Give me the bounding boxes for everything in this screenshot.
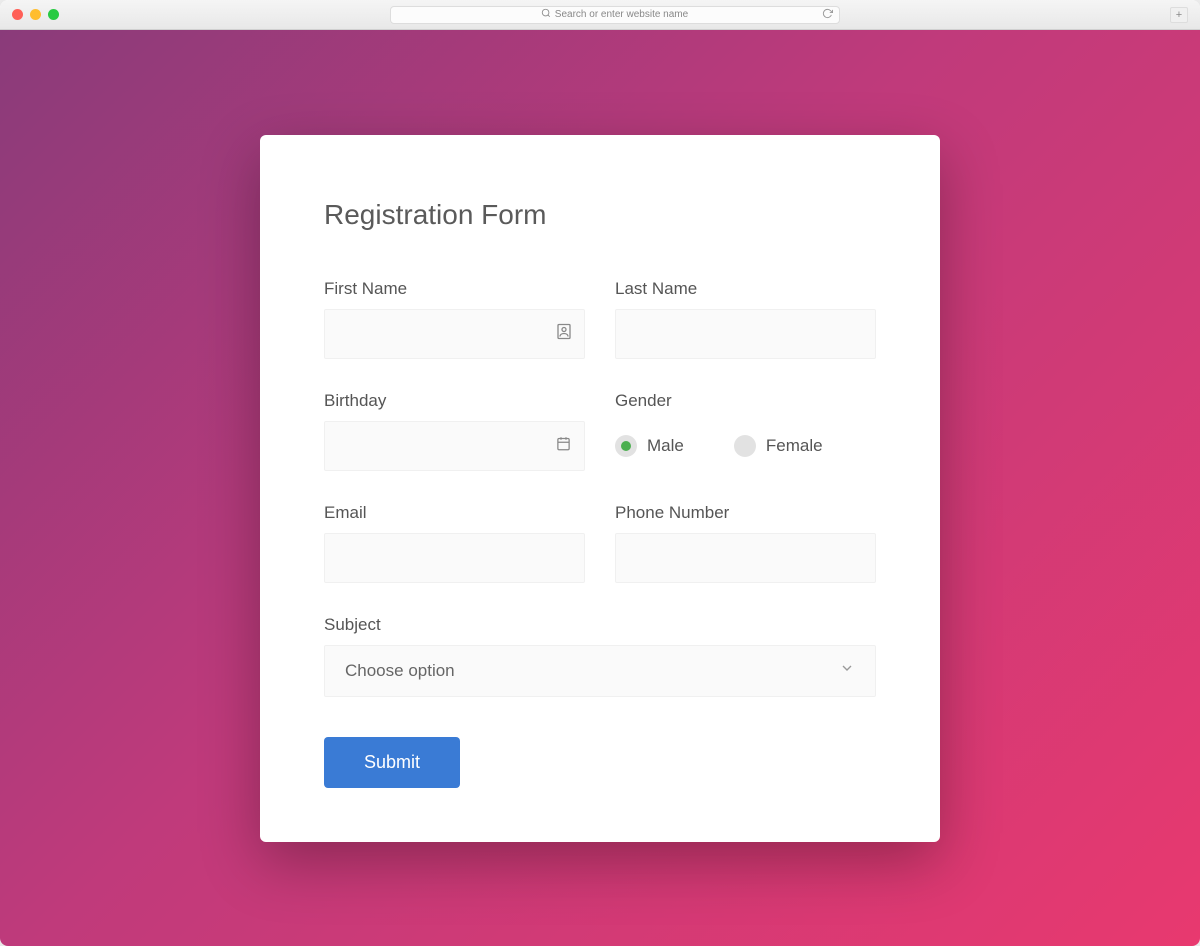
last-name-input[interactable] — [615, 309, 876, 359]
autofill-icon — [557, 323, 571, 344]
last-name-group: Last Name — [615, 279, 876, 359]
radio-selected-icon — [615, 435, 637, 457]
new-tab-button[interactable]: + — [1170, 7, 1188, 23]
gender-group: Gender Male Female — [615, 391, 876, 471]
minimize-button[interactable] — [30, 9, 41, 20]
phone-label: Phone Number — [615, 503, 876, 523]
address-bar-placeholder: Search or enter website name — [555, 9, 688, 20]
close-button[interactable] — [12, 9, 23, 20]
email-input[interactable] — [324, 533, 585, 583]
address-bar[interactable]: Search or enter website name — [390, 6, 840, 24]
maximize-button[interactable] — [48, 9, 59, 20]
birthday-input[interactable] — [324, 421, 585, 471]
calendar-icon[interactable] — [556, 436, 571, 456]
browser-chrome: Search or enter website name + — [0, 0, 1200, 30]
page-content: Registration Form First Name — [0, 30, 1200, 946]
first-name-label: First Name — [324, 279, 585, 299]
gender-male-label: Male — [647, 436, 684, 456]
browser-window: Search or enter website name + Registrat… — [0, 0, 1200, 946]
traffic-lights — [12, 9, 59, 20]
last-name-label: Last Name — [615, 279, 876, 299]
gender-female-radio[interactable]: Female — [734, 435, 823, 457]
phone-group: Phone Number — [615, 503, 876, 583]
form-title: Registration Form — [324, 199, 876, 231]
subject-placeholder: Choose option — [345, 661, 455, 681]
phone-input[interactable] — [615, 533, 876, 583]
gender-label: Gender — [615, 391, 876, 411]
registration-form-card: Registration Form First Name — [260, 135, 940, 842]
search-icon — [541, 8, 551, 21]
first-name-group: First Name — [324, 279, 585, 359]
radio-unselected-icon — [734, 435, 756, 457]
email-label: Email — [324, 503, 585, 523]
birthday-group: Birthday — [324, 391, 585, 471]
birthday-label: Birthday — [324, 391, 585, 411]
subject-group: Subject Choose option — [324, 615, 876, 697]
gender-female-label: Female — [766, 436, 823, 456]
email-group: Email — [324, 503, 585, 583]
subject-label: Subject — [324, 615, 876, 635]
refresh-icon[interactable] — [822, 8, 833, 22]
gender-male-radio[interactable]: Male — [615, 435, 684, 457]
subject-select[interactable]: Choose option — [324, 645, 876, 697]
submit-button[interactable]: Submit — [324, 737, 460, 788]
first-name-input[interactable] — [324, 309, 585, 359]
chevron-down-icon — [839, 660, 855, 681]
